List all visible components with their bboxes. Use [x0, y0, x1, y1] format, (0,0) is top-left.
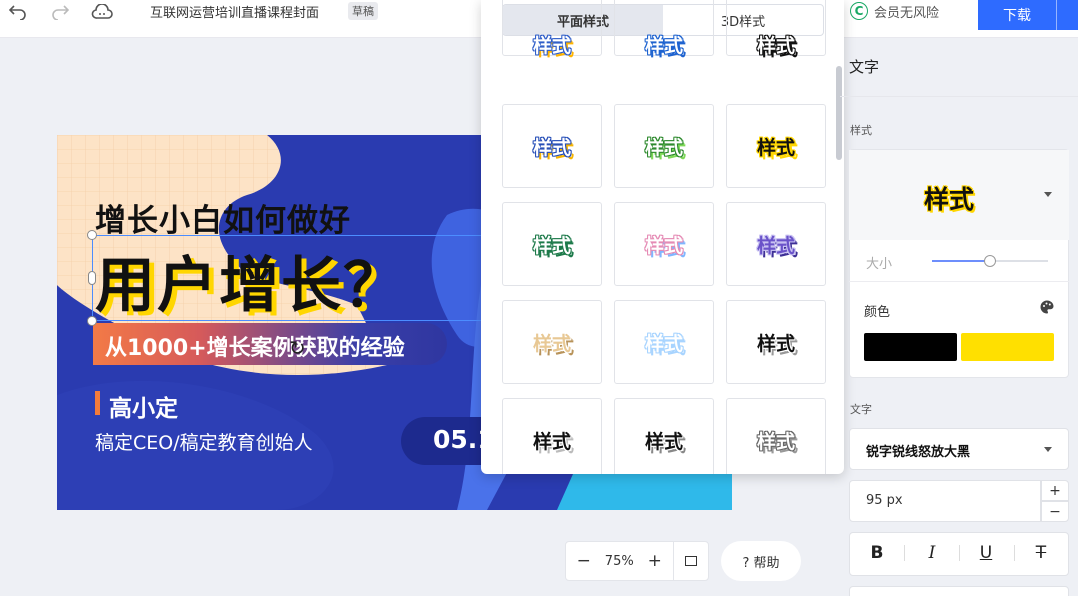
redo-icon[interactable] [48, 0, 72, 24]
download-button[interactable]: 下载 [978, 0, 1078, 30]
format-divider [959, 545, 960, 561]
color-swatch-black[interactable] [864, 333, 957, 361]
style-tile-text: 样式 [756, 430, 795, 453]
style-tile-text: 样式 [756, 234, 795, 257]
download-label: 下载 [1003, 8, 1031, 24]
resize-handle-bottom-left[interactable] [87, 316, 97, 326]
style-tile[interactable]: 样式 [502, 300, 602, 384]
italic-button[interactable]: I [922, 543, 942, 563]
document-title[interactable]: 互联网运营培训直播课程封面 [150, 2, 319, 21]
style-tile[interactable]: 样式 [726, 202, 826, 286]
resize-handle-top-left[interactable] [87, 230, 97, 240]
style-tile-text: 样式 [644, 332, 683, 355]
fit-screen-icon[interactable] [673, 556, 708, 566]
bold-button[interactable]: B [867, 543, 887, 563]
zoom-in-button[interactable]: + [637, 551, 673, 571]
selection-box[interactable] [92, 235, 512, 321]
chevron-down-icon[interactable] [1044, 192, 1052, 197]
format-divider [1014, 545, 1015, 561]
font-size-decrease[interactable]: − [1041, 501, 1069, 522]
panel-divider [840, 96, 1078, 97]
style-tile-text: 样式 [532, 34, 571, 57]
style-tile[interactable]: 样式 [614, 300, 714, 384]
format-divider [904, 545, 905, 561]
speaker-accent [95, 391, 100, 415]
font-section-title: 文字 [850, 403, 872, 416]
font-size-value: 95 px [866, 493, 903, 508]
style-tile[interactable]: 样式 [502, 104, 602, 188]
size-label: 大小 [866, 257, 893, 272]
style-tile[interactable]: 样式 [614, 398, 714, 474]
panel-heading: 文字 [849, 58, 880, 76]
zoom-out-button[interactable]: − [566, 551, 602, 571]
style-tile-text: 样式 [532, 136, 571, 159]
copyright-icon: C [850, 2, 868, 20]
color-label: 颜色 [864, 305, 891, 320]
help-button[interactable]: ? 帮助 [721, 541, 801, 581]
style-tile-text: 样式 [756, 332, 795, 355]
draft-badge: 草稿 [348, 2, 378, 20]
style-tile[interactable]: 样式 [726, 300, 826, 384]
style-tile-text: 样式 [644, 234, 683, 257]
resize-handle-left[interactable] [88, 271, 96, 285]
style-tile[interactable]: 样式 [502, 0, 602, 57]
style-tile[interactable]: 样式 [614, 0, 714, 57]
vip-guarantee[interactable]: C 会员无风险 [850, 0, 939, 22]
speaker-title[interactable]: 稿定CEO/稿定教育创始人 [95, 428, 313, 455]
speaker-name[interactable]: 高小定 [109, 389, 178, 423]
text-style-popup: 平面样式 3D样式 样式 样式 样式 样式 样式 样式 样式 样式 样式 样式 样式 样式 样式 样式 样式 [481, 0, 844, 474]
font-name: 锐字锐线怒放大黑 [866, 445, 971, 460]
style-tile[interactable]: 样式 [614, 104, 714, 188]
palette-icon[interactable] [1040, 300, 1054, 318]
style-tile-text: 样式 [644, 34, 683, 57]
style-tile-text: 样式 [756, 136, 795, 159]
zoom-value[interactable]: 75% [602, 554, 638, 569]
style-tile[interactable]: 样式 [502, 398, 602, 474]
style-tile[interactable]: 样式 [502, 202, 602, 286]
style-tile-text: 样式 [644, 136, 683, 159]
style-tile[interactable]: 样式 [726, 398, 826, 474]
download-dropdown[interactable] [1056, 0, 1078, 30]
style-tile-text: 样式 [532, 234, 571, 257]
style-tile-text: 样式 [532, 332, 571, 355]
zoom-control: − 75% + [565, 541, 709, 581]
font-size-increase[interactable]: + [1041, 480, 1069, 501]
style-tile-text: 样式 [756, 34, 795, 57]
style-tile-text: 样式 [644, 430, 683, 453]
rotate-icon[interactable]: ↻ [289, 336, 306, 360]
popup-scrollbar[interactable] [836, 66, 842, 160]
color-swatch-yellow[interactable] [961, 333, 1054, 361]
style-tile[interactable]: 样式 [614, 202, 714, 286]
style-tile[interactable]: 样式 [726, 0, 826, 57]
panel-next-control[interactable] [849, 586, 1069, 596]
canvas-headline-1[interactable]: 增长小白如何做好 [95, 195, 351, 240]
style-tile[interactable]: 样式 [726, 104, 826, 188]
undo-icon[interactable] [6, 0, 30, 24]
size-slider-fill [932, 260, 990, 262]
card-divider [849, 281, 1069, 282]
cloud-icon[interactable] [90, 0, 114, 24]
canvas-subtitle[interactable]: 从1000+增长案例获取的经验 [105, 330, 405, 362]
style-preview-text: 样式 [924, 185, 975, 214]
strikethrough-button[interactable]: T [1031, 543, 1051, 563]
style-section-title: 样式 [850, 124, 872, 137]
style-tile-text: 样式 [532, 430, 571, 453]
underline-button[interactable]: U [976, 543, 996, 563]
vip-text: 会员无风险 [874, 5, 940, 21]
chevron-down-icon[interactable] [1044, 447, 1052, 452]
size-slider-knob[interactable] [984, 255, 996, 267]
